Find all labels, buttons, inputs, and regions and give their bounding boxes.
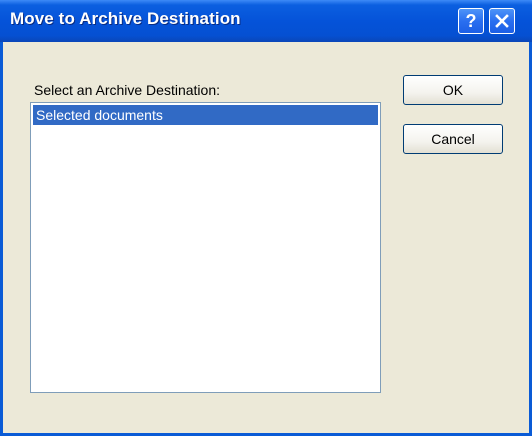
close-button[interactable] [489, 8, 515, 34]
help-icon: ? [465, 11, 477, 31]
destination-listbox[interactable]: Selected documents [30, 102, 381, 393]
window-title: Move to Archive Destination [10, 9, 241, 28]
close-icon [495, 14, 509, 28]
title-bar[interactable]: Move to Archive Destination ? [0, 0, 532, 42]
help-button[interactable]: ? [458, 8, 484, 34]
destination-prompt-label: Select an Archive Destination: [34, 82, 220, 98]
ok-button[interactable]: OK [403, 75, 503, 105]
list-item-selected-documents[interactable]: Selected documents [33, 105, 378, 125]
cancel-button[interactable]: Cancel [403, 124, 503, 154]
dialog-window: Move to Archive Destination ? Select an … [0, 0, 532, 436]
